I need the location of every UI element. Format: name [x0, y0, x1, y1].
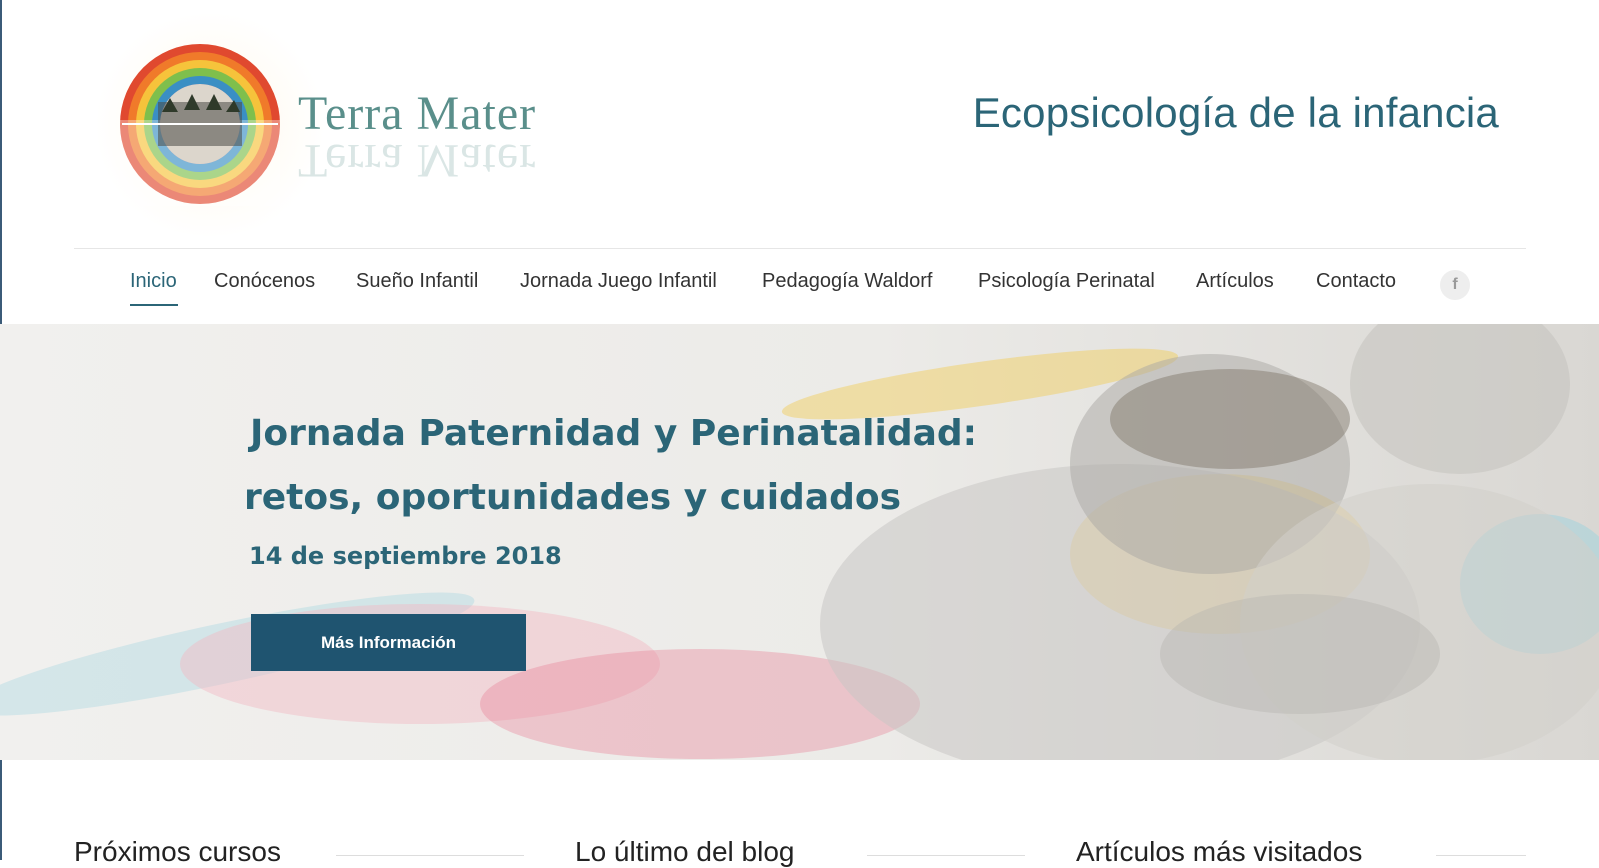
widget-articulos-visitados: Artículos más visitados [1076, 836, 1526, 867]
hero-slider: Jornada Paternidad y Perinatalidad: reto… [0, 324, 1599, 760]
site-tagline: Ecopsicología de la infancia [972, 89, 1499, 136]
logo-wordmark-reflection: Terra Mater [298, 134, 537, 187]
nav-item-pedagogia-waldorf[interactable]: Pedagogía Waldorf [762, 270, 932, 293]
header-divider [74, 248, 1526, 249]
nav-active-underline [130, 304, 178, 306]
hero-title-line-1: Jornada Paternidad y Perinatalidad: [250, 413, 978, 454]
hero-date: 14 de septiembre 2018 [249, 542, 562, 570]
widget-ultimo-blog: Lo último del blog [575, 836, 1025, 867]
rainbow-emblem-icon [120, 44, 280, 206]
widget-title: Próximos cursos [74, 836, 281, 867]
widget-divider [1436, 855, 1526, 856]
widget-title: Lo último del blog [575, 836, 795, 867]
widget-divider [867, 855, 1025, 856]
site-logo[interactable]: Terra Mater Terra Mater [90, 14, 570, 236]
widget-proximos-cursos: Próximos cursos [74, 836, 524, 867]
nav-item-articulos[interactable]: Artículos [1196, 270, 1274, 293]
nav-item-jornada-juego-infantil[interactable]: Jornada Juego Infantil [520, 270, 717, 293]
widget-divider [336, 855, 524, 856]
facebook-icon[interactable]: f [1440, 270, 1470, 300]
nav-item-contacto[interactable]: Contacto [1316, 270, 1396, 293]
nav-item-inicio[interactable]: Inicio [130, 270, 177, 293]
hero-title-line-2: retos, oportunidades y cuidados [244, 477, 902, 518]
widget-title: Artículos más visitados [1076, 836, 1363, 867]
hero-title: Jornada Paternidad y Perinatalidad: reto… [244, 402, 978, 530]
nav-item-sueno-infantil[interactable]: Sueño Infantil [356, 270, 478, 293]
main-nav: Inicio Conócenos Sueño Infantil Jornada … [74, 262, 1526, 312]
nav-item-conocenos[interactable]: Conócenos [214, 270, 315, 293]
hero-background-image [0, 324, 1599, 760]
more-info-button[interactable]: Más Información [251, 614, 526, 671]
nav-item-psicologia-perinatal[interactable]: Psicología Perinatal [978, 270, 1155, 293]
